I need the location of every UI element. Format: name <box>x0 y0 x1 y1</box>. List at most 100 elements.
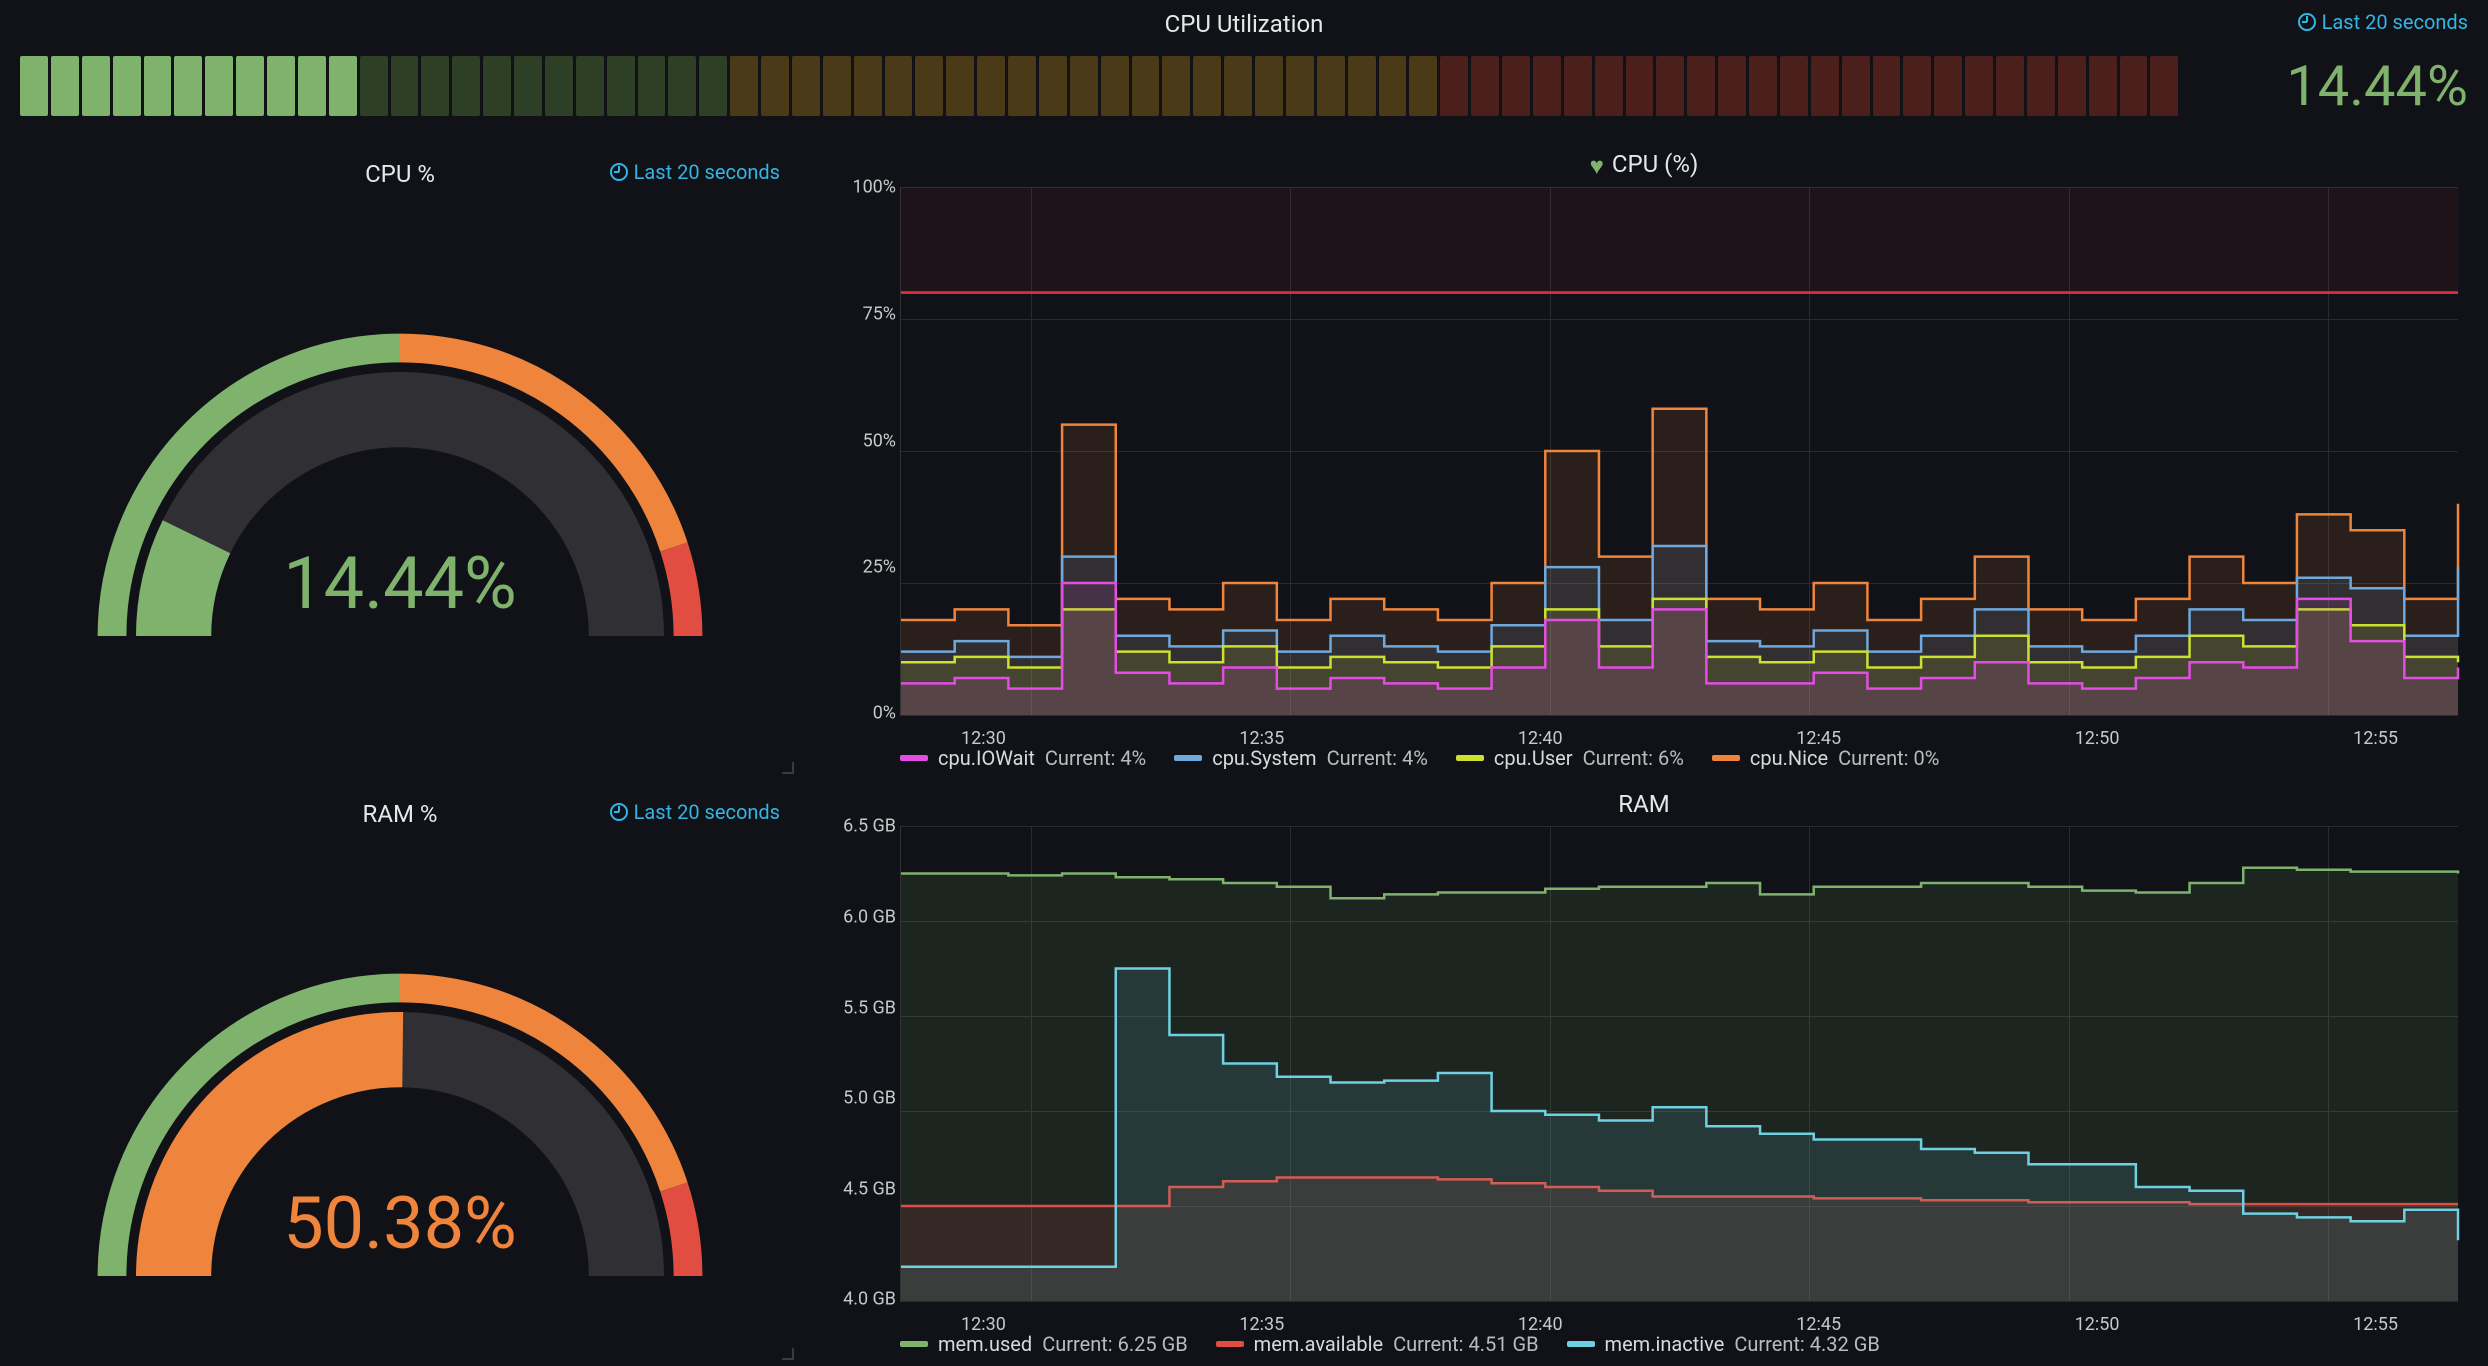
y-tick: 25% <box>831 557 896 578</box>
cpu-bar-segment <box>1039 56 1067 116</box>
legend-swatch <box>900 1341 928 1347</box>
resize-handle-icon[interactable] <box>780 760 794 774</box>
cpu-bar-segment <box>2058 56 2086 116</box>
cpu-bar-segment <box>792 56 820 116</box>
legend-item[interactable]: mem.inactiveCurrent: 4.32 GB <box>1567 1332 1880 1356</box>
cpu-chart-panel: ♥CPU (%) 100%75%50%25%0% 12:3012:3512:40… <box>800 140 2488 780</box>
cpu-bar-segment <box>1903 56 1931 116</box>
legend-item[interactable]: cpu.IOWait Current: 4% <box>900 746 1146 770</box>
legend-stat: Current: 4.51 GB <box>1393 1332 1538 1356</box>
cpu-bar-segment <box>1873 56 1901 116</box>
cpu-bar-segment <box>298 56 326 116</box>
cpu-bar-segment <box>236 56 264 116</box>
cpu-utilization-title: CPU Utilization <box>20 10 2468 38</box>
x-tick: 12:45 <box>1796 728 1841 749</box>
cpu-bar-segment <box>360 56 388 116</box>
legend-item[interactable]: mem.used Current: 6.25 GB <box>900 1332 1188 1356</box>
ram-gauge-value: 50.38% <box>283 1181 517 1266</box>
legend-name: cpu.Nice <box>1750 746 1828 770</box>
cpu-bar-segment <box>1626 56 1654 116</box>
cpu-bar-segment <box>144 56 172 116</box>
cpu-bar-segment <box>20 56 48 116</box>
legend-stat: Current: 4% <box>1045 746 1146 770</box>
cpu-utilization-time-range[interactable]: Last 20 seconds <box>2298 10 2468 34</box>
cpu-bar-segment <box>1811 56 1839 116</box>
cpu-bar-segment <box>205 56 233 116</box>
y-tick: 0% <box>831 702 896 723</box>
cpu-utilization-bar <box>20 56 2178 116</box>
cpu-bar-segment <box>113 56 141 116</box>
y-tick: 6.0 GB <box>831 906 896 927</box>
y-tick: 5.5 GB <box>831 997 896 1018</box>
cpu-chart-title: ♥CPU (%) <box>830 150 2458 179</box>
legend-item[interactable]: cpu.UserCurrent: 6% <box>1456 746 1684 770</box>
legend-swatch <box>1712 755 1740 761</box>
ram-gauge-time-range[interactable]: Last 20 seconds <box>610 800 780 824</box>
cpu-chart[interactable]: 100%75%50%25%0% 12:3012:3512:4012:4512:5… <box>900 187 2458 716</box>
cpu-bar-segment <box>761 56 789 116</box>
x-tick: 12:50 <box>2075 1314 2120 1335</box>
cpu-bar-segment <box>421 56 449 116</box>
cpu-utilization-value: 14.44% <box>2208 53 2468 119</box>
legend-item[interactable]: cpu.System Current: 4% <box>1174 746 1428 770</box>
y-tick: 6.5 GB <box>831 816 896 837</box>
resize-handle-icon[interactable] <box>780 1346 794 1360</box>
legend-stat: Current: 4% <box>1327 746 1428 770</box>
cpu-bar-segment <box>1286 56 1314 116</box>
x-tick: 12:55 <box>2353 728 2398 749</box>
cpu-bar-segment <box>1348 56 1376 116</box>
x-tick: 12:35 <box>1239 1314 1284 1335</box>
ram-chart[interactable]: 6.5 GB6.0 GB5.5 GB5.0 GB4.5 GB4.0 GB 12:… <box>900 826 2458 1302</box>
cpu-chart-y-axis: 100%75%50%25%0% <box>831 187 896 715</box>
ram-chart-panel: RAM 6.5 GB6.0 GB5.5 GB5.0 GB4.5 GB4.0 GB… <box>800 780 2488 1366</box>
legend-name: mem.used <box>938 1332 1032 1356</box>
cpu-bar-segment <box>1224 56 1252 116</box>
cpu-bar-segment <box>1440 56 1468 116</box>
cpu-bar-segment <box>2150 56 2178 116</box>
clock-icon <box>610 163 628 181</box>
legend-swatch <box>900 755 928 761</box>
cpu-bar-segment <box>1132 56 1160 116</box>
ram-gauge-panel: RAM % Last 20 seconds 50.38% <box>0 780 800 1366</box>
x-tick: 12:30 <box>961 1314 1006 1335</box>
legend-stat: Current: 6% <box>1583 746 1684 770</box>
cpu-gauge <box>80 236 720 716</box>
cpu-bar-segment <box>668 56 696 116</box>
cpu-gauge-title: CPU % <box>365 160 435 188</box>
cpu-gauge-time-range[interactable]: Last 20 seconds <box>610 160 780 184</box>
ram-chart-legend: mem.used Current: 6.25 GB mem.availableCur… <box>830 1332 2458 1356</box>
x-tick: 12:50 <box>2075 728 2120 749</box>
cpu-bar-segment <box>82 56 110 116</box>
ram-chart-y-axis: 6.5 GB6.0 GB5.5 GB5.0 GB4.5 GB4.0 GB <box>831 826 896 1301</box>
cpu-bar-segment <box>1471 56 1499 116</box>
time-range-label: Last 20 seconds <box>634 800 780 824</box>
legend-name: mem.inactive <box>1605 1332 1725 1356</box>
cpu-chart-legend: cpu.IOWait Current: 4% cpu.System Current: … <box>830 746 2458 770</box>
legend-name: cpu.IOWait <box>938 746 1035 770</box>
y-tick: 5.0 GB <box>831 1088 896 1109</box>
cpu-bar-segment <box>51 56 79 116</box>
legend-name: cpu.System <box>1212 746 1316 770</box>
ram-chart-title: RAM <box>830 790 2458 818</box>
cpu-bar-segment <box>267 56 295 116</box>
cpu-bar-segment <box>1533 56 1561 116</box>
legend-item[interactable]: cpu.NiceCurrent: 0% <box>1712 746 1940 770</box>
cpu-gauge-value: 14.44% <box>283 541 517 626</box>
cpu-bar-segment <box>1718 56 1746 116</box>
time-range-label: Last 20 seconds <box>2322 10 2468 34</box>
legend-item[interactable]: mem.availableCurrent: 4.51 GB <box>1216 1332 1539 1356</box>
cpu-bar-segment <box>1564 56 1592 116</box>
cpu-chart-title-text: CPU (%) <box>1612 150 1698 178</box>
y-tick: 4.0 GB <box>831 1288 896 1309</box>
cpu-bar-segment <box>514 56 542 116</box>
x-tick: 12:55 <box>2353 1314 2398 1335</box>
cpu-bar-segment <box>730 56 758 116</box>
cpu-bar-segment <box>854 56 882 116</box>
legend-stat: Current: 6.25 GB <box>1042 1332 1187 1356</box>
x-tick: 12:40 <box>1518 728 1563 749</box>
x-tick: 12:35 <box>1239 728 1284 749</box>
cpu-bar-segment <box>2089 56 2117 116</box>
cpu-bar-segment <box>1595 56 1623 116</box>
cpu-bar-segment <box>915 56 943 116</box>
cpu-bar-segment <box>1996 56 2024 116</box>
